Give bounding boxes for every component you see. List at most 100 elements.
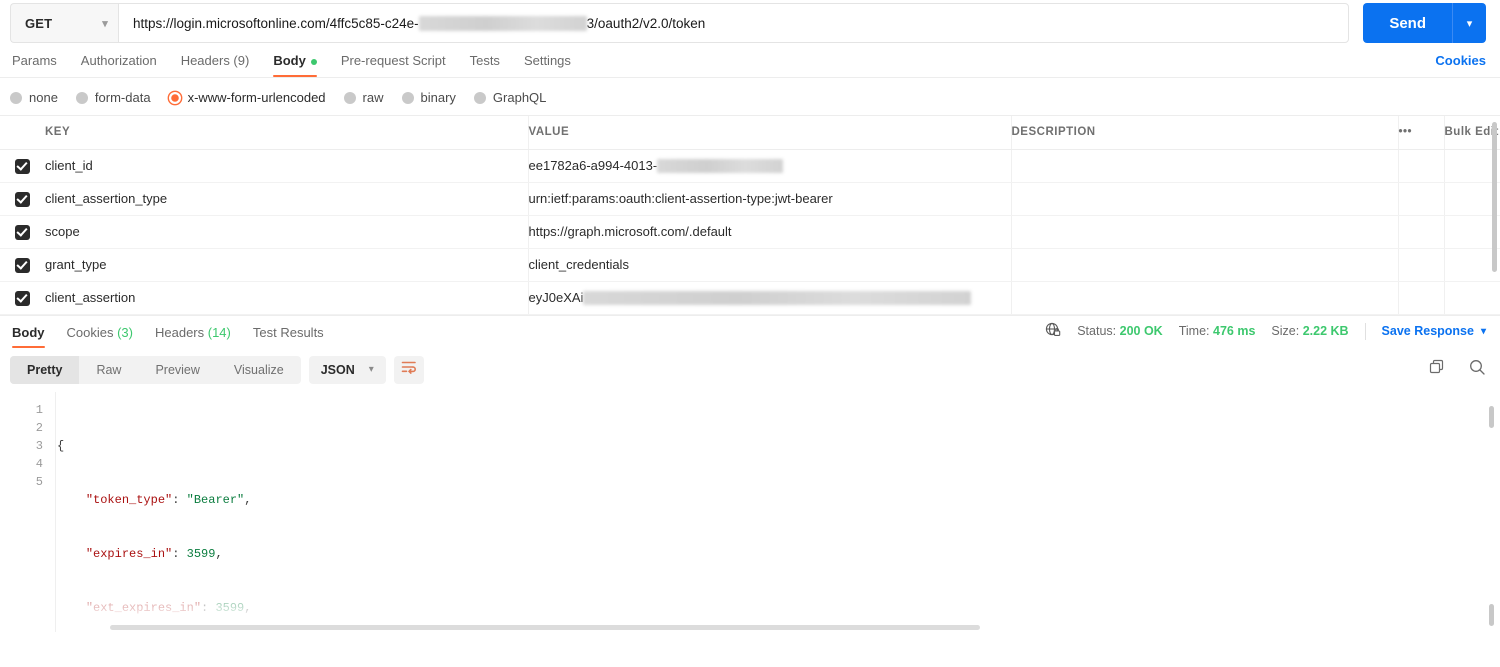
- tab-params[interactable]: Params: [10, 53, 69, 77]
- body-type-graphql[interactable]: GraphQL: [473, 90, 547, 105]
- table-row: scope https://graph.microsoft.com/.defau…: [0, 215, 1500, 249]
- code-line: "expires_in": 3599,: [57, 545, 1500, 563]
- body-type-label: raw: [362, 90, 384, 105]
- url-input[interactable]: https://login.microsoftonline.com/4ffc5c…: [118, 3, 1350, 43]
- tab-settings[interactable]: Settings: [512, 53, 583, 77]
- size-group: Size: 2.22 KB: [1271, 324, 1348, 338]
- params-table-container: KEY VALUE DESCRIPTION ••• Bulk Edit clie…: [0, 115, 1500, 315]
- http-method-selector[interactable]: GET ▾: [10, 3, 118, 43]
- param-value[interactable]: https://graph.microsoft.com/.default: [528, 215, 1012, 249]
- body-type-binary[interactable]: binary: [401, 90, 456, 105]
- body-type-raw[interactable]: raw: [343, 90, 384, 105]
- response-body-scrollbar[interactable]: [1489, 405, 1494, 428]
- chevron-down-icon: ▾: [102, 17, 108, 30]
- value-redacted-segment: [657, 159, 784, 174]
- param-value[interactable]: client_credentials: [528, 248, 1012, 282]
- tab-body[interactable]: Body: [261, 53, 329, 77]
- row-options[interactable]: [1398, 215, 1445, 249]
- json-sep: :: [201, 600, 216, 615]
- param-description[interactable]: [1011, 215, 1399, 249]
- param-key[interactable]: scope: [45, 215, 529, 249]
- value-redacted-segment: [583, 291, 972, 306]
- row-spacer: [1444, 281, 1500, 315]
- param-value[interactable]: eyJ0eXAi: [528, 281, 1012, 315]
- secure-globe-icon: [1045, 322, 1061, 341]
- tab-authorization[interactable]: Authorization: [69, 53, 169, 77]
- response-tab-cookies[interactable]: Cookies (3): [56, 325, 144, 348]
- json-value: 3599: [215, 600, 245, 615]
- params-table-scrollbar[interactable]: [1492, 122, 1497, 272]
- param-key[interactable]: grant_type: [45, 248, 529, 282]
- row-checkbox[interactable]: [15, 290, 30, 306]
- response-format-select[interactable]: JSON ▾: [308, 355, 386, 384]
- body-type-label: none: [29, 90, 58, 105]
- tab-headers[interactable]: Headers (9): [169, 53, 262, 77]
- row-checkbox[interactable]: [15, 224, 30, 240]
- column-header-description: DESCRIPTION: [1011, 116, 1399, 150]
- response-view-toolbar: Pretty Raw Preview Visualize JSON ▾: [0, 348, 1500, 392]
- row-checkbox[interactable]: [15, 191, 30, 207]
- save-response-button[interactable]: Save Response ▾: [1382, 324, 1486, 338]
- size-label: Size:: [1271, 324, 1300, 338]
- response-body-code[interactable]: 1 2 3 4 5 { "token_type": "Bearer", "exp…: [0, 391, 1500, 632]
- search-icon[interactable]: [1468, 358, 1486, 381]
- param-description[interactable]: [1011, 281, 1399, 315]
- tab-label: Body: [12, 324, 45, 340]
- code-line: "token_type": "Bearer",: [57, 491, 1500, 509]
- view-mode-pretty[interactable]: Pretty: [10, 355, 80, 384]
- time-label: Time:: [1178, 324, 1210, 338]
- param-value[interactable]: ee1782a6-a994-4013-: [528, 149, 1012, 183]
- row-options[interactable]: [1398, 248, 1445, 282]
- url-redacted-segment: [418, 15, 587, 31]
- body-type-x-www-form-urlencoded[interactable]: x-www-form-urlencoded: [168, 90, 326, 105]
- row-options[interactable]: [1398, 149, 1445, 183]
- param-description[interactable]: [1011, 149, 1399, 183]
- response-tab-test-results[interactable]: Test Results: [242, 325, 335, 348]
- tab-count: (3): [117, 324, 133, 340]
- json-sep: :: [172, 546, 187, 561]
- cookies-link[interactable]: Cookies: [1435, 53, 1486, 77]
- table-row: client_assertion_type urn:ietf:params:oa…: [0, 182, 1500, 216]
- send-button[interactable]: Send: [1363, 3, 1452, 43]
- param-key[interactable]: client_id: [45, 149, 529, 183]
- code-line: {: [57, 437, 1500, 455]
- code-line: "ext_expires_in": 3599,: [57, 599, 1500, 617]
- view-mode-preview[interactable]: Preview: [138, 356, 216, 384]
- table-options-icon[interactable]: •••: [1398, 116, 1445, 150]
- response-body-hscrollbar[interactable]: [110, 624, 980, 630]
- status-group: Status: 200 OK: [1077, 324, 1163, 338]
- row-checkbox[interactable]: [15, 257, 30, 273]
- tab-tests[interactable]: Tests: [458, 53, 512, 77]
- param-value[interactable]: urn:ietf:params:oauth:client-assertion-t…: [528, 182, 1012, 216]
- response-body-scrollbar-bottom[interactable]: [1489, 603, 1494, 626]
- json-key: "token_type": [85, 492, 173, 507]
- row-checkbox[interactable]: [15, 158, 30, 174]
- column-header-value: VALUE: [528, 116, 1012, 150]
- param-description[interactable]: [1011, 182, 1399, 216]
- response-tab-headers[interactable]: Headers (14): [144, 325, 242, 348]
- wrap-lines-button[interactable]: [393, 355, 424, 384]
- body-type-label: GraphQL: [492, 90, 547, 105]
- response-tab-body[interactable]: Body: [10, 325, 56, 348]
- view-mode-visualize[interactable]: Visualize: [217, 356, 301, 384]
- copy-icon[interactable]: [1428, 358, 1446, 381]
- column-header-key: KEY: [45, 116, 529, 150]
- send-options-chevron-down-icon[interactable]: ▾: [1452, 3, 1486, 43]
- body-type-none[interactable]: none: [10, 90, 58, 105]
- table-row: client_id ee1782a6-a994-4013-: [0, 149, 1500, 183]
- row-options[interactable]: [1398, 182, 1445, 216]
- url-bar: GET ▾ https://login.microsoftonline.com/…: [0, 3, 1500, 43]
- body-type-form-data[interactable]: form-data: [75, 90, 151, 105]
- tab-label: Cookies: [66, 324, 114, 340]
- tab-label: Headers (9): [180, 53, 250, 68]
- json-comma: ,: [215, 546, 223, 561]
- param-description[interactable]: [1011, 248, 1399, 282]
- param-key[interactable]: client_assertion_type: [45, 182, 529, 216]
- row-options[interactable]: [1398, 281, 1445, 315]
- time-value: 476 ms: [1213, 324, 1256, 338]
- tab-pre-request-script[interactable]: Pre-request Script: [329, 53, 458, 77]
- tab-label: Test Results: [252, 324, 324, 340]
- param-key[interactable]: client_assertion: [45, 281, 529, 315]
- line-number-gutter: 1 2 3 4 5: [0, 391, 56, 632]
- view-mode-raw[interactable]: Raw: [79, 356, 138, 384]
